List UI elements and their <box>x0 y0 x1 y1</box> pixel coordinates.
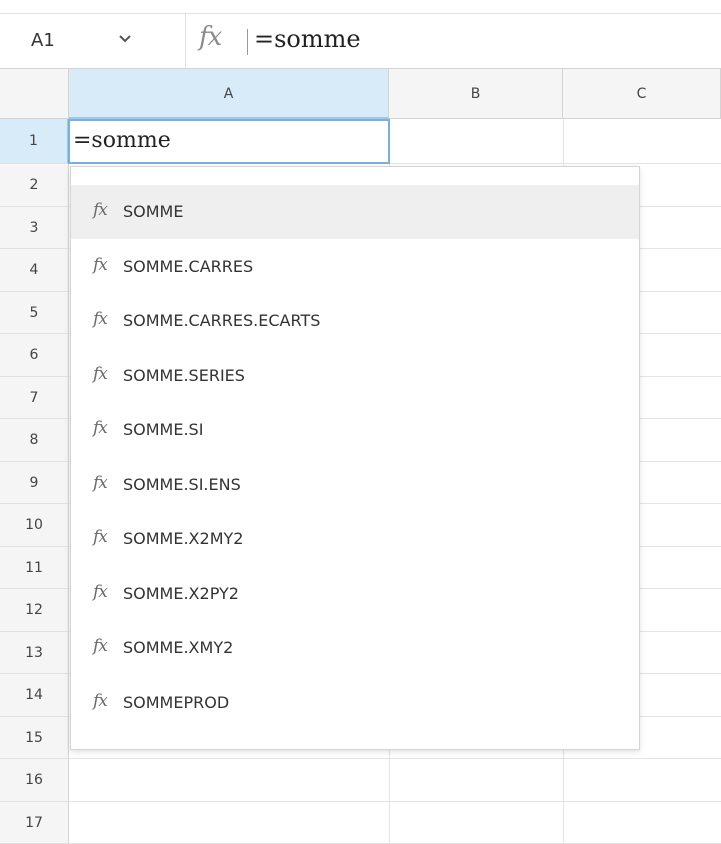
spreadsheet-grid: ABC 1234567891011121314151617 =somme fxS… <box>0 69 721 843</box>
row-header-4[interactable]: 4 <box>0 249 69 292</box>
row-header-14[interactable]: 14 <box>0 674 69 717</box>
row-header-1[interactable]: 1 <box>0 119 69 164</box>
autocomplete-item[interactable]: fx SOMME.CARRES.ECARTS <box>71 294 639 348</box>
row-header-5[interactable]: 5 <box>0 292 69 335</box>
autocomplete-item-label: SOMME.XMY2 <box>123 638 233 657</box>
function-icon: fx <box>93 255 107 275</box>
autocomplete-item[interactable]: fx SOMME.X2MY2 <box>71 512 639 566</box>
formula-bar: A1 fx =somme <box>0 13 721 69</box>
autocomplete-item-label: SOMME.SI.ENS <box>123 475 241 494</box>
gridline <box>69 801 721 802</box>
row-header-9[interactable]: 9 <box>0 462 69 505</box>
row-header-10[interactable]: 10 <box>0 504 69 547</box>
function-icon: fx <box>93 418 107 438</box>
active-cell-a1[interactable]: =somme <box>68 119 390 164</box>
select-all-corner[interactable] <box>0 69 69 119</box>
function-icon: fx <box>93 200 107 220</box>
name-box[interactable]: A1 <box>0 14 186 68</box>
function-icon: fx <box>93 309 107 329</box>
row-header-6[interactable]: 6 <box>0 334 69 377</box>
gridline <box>69 758 721 759</box>
function-icon: fx <box>93 527 107 547</box>
autocomplete-item-label: SOMME.SI <box>123 420 203 439</box>
autocomplete-item[interactable]: fx SOMME.XMY2 <box>71 621 639 675</box>
formula-caret <box>247 29 248 55</box>
function-autocomplete-list: fx SOMME fx SOMME.CARRES fx SOMME.CARRES.ECAR… <box>70 166 640 750</box>
row-header-16[interactable]: 16 <box>0 759 69 802</box>
autocomplete-item-label: SOMME.X2PY2 <box>123 584 239 603</box>
function-icon: fx <box>93 364 107 384</box>
row-header-8[interactable]: 8 <box>0 419 69 462</box>
column-header-b[interactable]: B <box>389 69 563 119</box>
row-header-12[interactable]: 12 <box>0 589 69 632</box>
row-header-3[interactable]: 3 <box>0 207 69 250</box>
autocomplete-item-label: SOMME.CARRES <box>123 257 253 276</box>
formula-input[interactable]: =somme <box>254 25 361 53</box>
name-box-value: A1 <box>31 30 55 51</box>
autocomplete-item[interactable]: fx SOMME.SERIES <box>71 349 639 403</box>
autocomplete-item-label: SOMME.SERIES <box>123 366 245 385</box>
autocomplete-item-label: SOMME.X2MY2 <box>123 529 243 548</box>
autocomplete-item[interactable]: fx SOMME.X2PY2 <box>71 567 639 621</box>
row-header-7[interactable]: 7 <box>0 377 69 420</box>
autocomplete-item[interactable]: fx SOMME.CARRES <box>71 240 639 294</box>
autocomplete-item[interactable]: fx SOMME.SI <box>71 403 639 457</box>
row-header-2[interactable]: 2 <box>0 164 69 207</box>
chevron-down-icon[interactable] <box>118 34 132 44</box>
autocomplete-item-label: SOMME.CARRES.ECARTS <box>123 311 320 330</box>
autocomplete-item-label: SOMMEPROD <box>123 693 229 712</box>
function-icon: fx <box>93 691 107 711</box>
row-header-11[interactable]: 11 <box>0 547 69 590</box>
row-header-17[interactable]: 17 <box>0 802 69 844</box>
autocomplete-item[interactable]: fx SOMME.SI.ENS <box>71 458 639 512</box>
row-header-13[interactable]: 13 <box>0 632 69 675</box>
column-header-c[interactable]: C <box>563 69 721 119</box>
autocomplete-item[interactable]: fx SOMME <box>71 185 639 239</box>
autocomplete-item[interactable]: fx SOMMEPROD <box>71 676 639 730</box>
function-icon: fx <box>93 473 107 493</box>
column-header-a[interactable]: A <box>69 69 389 119</box>
function-icon: fx <box>93 636 107 656</box>
autocomplete-item-label: SOMME <box>123 202 183 221</box>
row-header-15[interactable]: 15 <box>0 717 69 760</box>
function-icon: fx <box>93 582 107 602</box>
active-cell-value: =somme <box>73 128 171 153</box>
function-icon[interactable]: fx <box>199 22 221 52</box>
